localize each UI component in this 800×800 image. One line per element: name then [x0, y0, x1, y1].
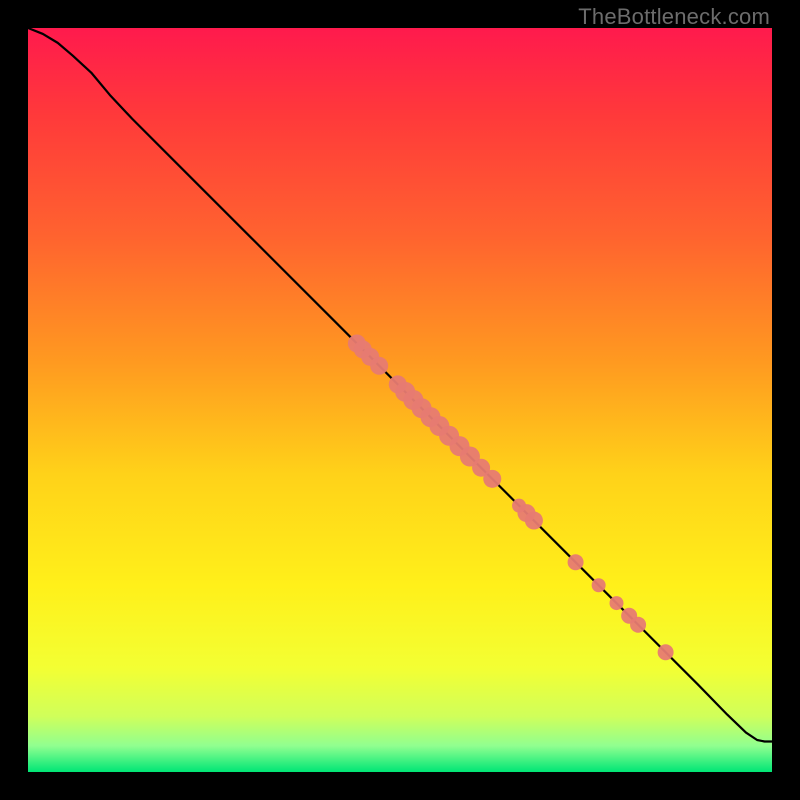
data-point	[630, 617, 646, 633]
chart-frame: TheBottleneck.com	[0, 0, 800, 800]
data-point	[610, 596, 624, 610]
data-point	[592, 578, 606, 592]
data-point	[568, 554, 584, 570]
watermark-text: TheBottleneck.com	[578, 4, 770, 30]
data-point	[483, 470, 501, 488]
chart-plot	[28, 28, 772, 772]
data-point	[658, 644, 674, 660]
data-point	[525, 512, 543, 530]
data-point	[370, 357, 388, 375]
